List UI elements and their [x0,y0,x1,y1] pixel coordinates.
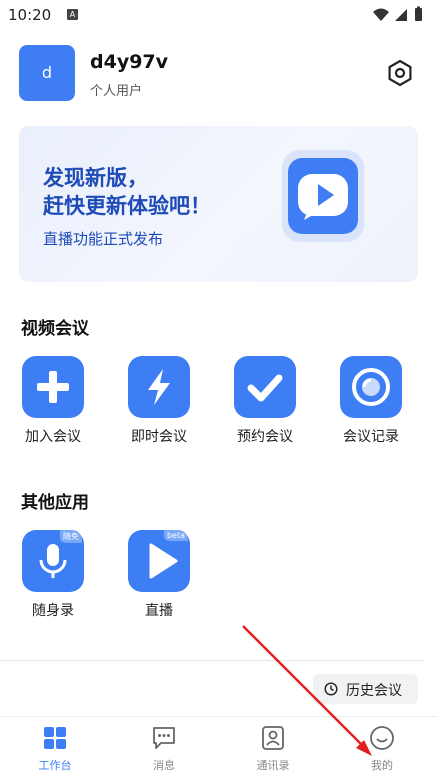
divider [0,660,424,661]
plus-icon [37,371,69,403]
tab-me[interactable]: 我的 [352,725,412,773]
notification-icon: A [67,9,78,20]
signal-icon [395,9,407,21]
meeting-records-button[interactable]: 会议记录 [331,356,411,446]
status-time: 10:20 [8,6,52,24]
banner-title-line1: 发现新版， [43,166,148,190]
username: d4y97v [90,51,169,73]
update-banner[interactable]: 发现新版， 赶快更新体验吧！ 直播功能正式发布 [19,126,418,282]
join-meeting-button[interactable]: 加入会议 [13,356,93,446]
beta-tag: beta [163,530,188,541]
clock-icon [324,682,338,696]
meeting-records-label: 会议记录 [343,429,399,445]
free-tag: 随免 [60,530,82,543]
status-icons [373,6,422,21]
contacts-icon [262,726,284,750]
bottom-tab-bar: 工作台 消息 通讯录 我的 [0,716,437,778]
wifi-icon [373,8,389,21]
banner-title-line2: 赶快更新体验吧！ [43,194,211,218]
live-stream-illustration-icon [282,150,364,242]
instant-meeting-button[interactable]: 即时会议 [119,356,199,446]
voice-recorder-label: 随身录 [32,603,74,619]
avatar[interactable]: d [19,45,75,101]
tab-workbench-label: 工作台 [38,759,72,772]
status-bar: 10:20 A [0,0,437,30]
tab-messages[interactable]: 消息 [134,725,194,773]
section-title-video-meeting: 视频会议 [21,319,89,339]
tab-workbench[interactable]: 工作台 [25,725,85,773]
tab-me-label: 我的 [371,759,393,772]
battery-icon [415,8,422,21]
check-icon [247,374,283,402]
join-meeting-label: 加入会议 [25,429,81,445]
voice-recorder-button[interactable]: 随免 随身录 [13,530,93,620]
schedule-meeting-button[interactable]: 预约会议 [225,356,305,446]
banner-subtitle: 直播功能正式发布 [43,230,164,248]
lightning-icon [148,369,170,405]
section-title-other-apps: 其他应用 [21,493,89,513]
settings-icon[interactable] [386,59,414,87]
history-meetings-button[interactable]: 历史会议 [313,674,418,704]
grid-icon [44,727,66,749]
history-meetings-label: 历史会议 [346,683,402,699]
smile-icon [370,726,394,750]
user-type: 个人用户 [90,84,143,99]
tab-contacts-label: 通讯录 [256,759,290,772]
live-stream-label: 直播 [145,603,173,619]
record-icon [352,368,390,406]
tab-messages-label: 消息 [153,759,175,772]
live-stream-button[interactable]: beta 直播 [119,530,199,620]
chat-icon [153,727,175,749]
tab-contacts[interactable]: 通讯录 [243,725,303,773]
schedule-meeting-label: 预约会议 [237,429,293,445]
instant-meeting-label: 即时会议 [131,429,187,445]
